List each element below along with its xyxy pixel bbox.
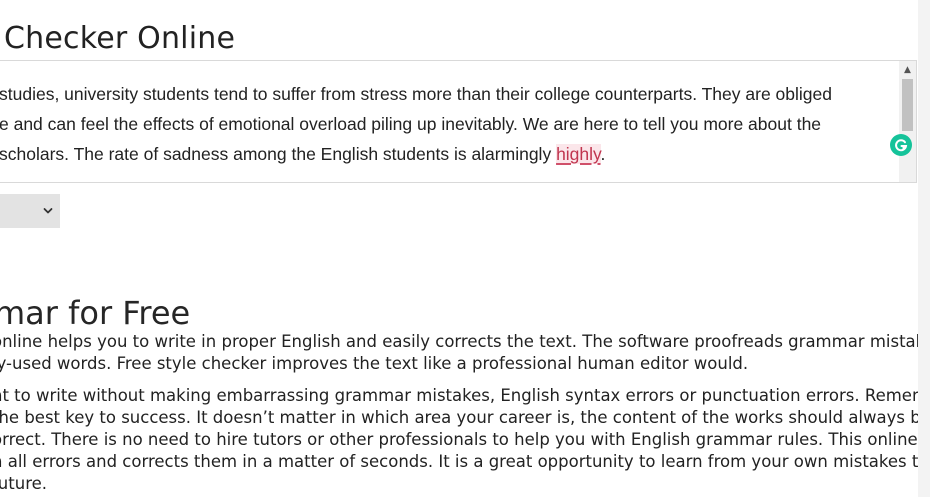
editor-line: scholars. The rate of sadness among the … xyxy=(0,139,879,169)
editor-line: e and can feel the effects of emotional … xyxy=(0,114,822,134)
scroll-up-arrow-icon[interactable]: ▲ xyxy=(899,63,916,77)
intro-paragraph: online helps you to write in proper Engl… xyxy=(0,331,930,375)
grammarly-icon[interactable] xyxy=(890,134,912,156)
text-editor[interactable]: studies, university students tend to suf… xyxy=(0,60,917,183)
grammarly-g-glyph xyxy=(895,139,908,152)
page-scrollbar[interactable] xyxy=(918,0,930,497)
chevron-down-icon xyxy=(43,208,53,214)
paragraph-line: future. xyxy=(0,474,48,493)
language-select[interactable] xyxy=(0,194,60,228)
editor-content[interactable]: studies, university students tend to suf… xyxy=(0,79,879,169)
paragraph-line: ly-used words. Free style checker improv… xyxy=(0,354,749,373)
editor-scrollbar[interactable]: ▲ xyxy=(899,61,916,182)
detail-paragraph: nt to write without making embarrassing … xyxy=(0,385,930,495)
editor-line-end: . xyxy=(600,144,606,164)
flagged-word[interactable]: highly xyxy=(556,144,601,164)
paragraph-line: nt to write without making embarrassing … xyxy=(0,386,930,405)
paragraph-line: the best key to success. It doesn’t matt… xyxy=(0,408,930,427)
section-heading: mar for Free xyxy=(0,294,191,332)
paragraph-line: orrect. There is no need to hire tutors … xyxy=(0,430,918,449)
page-title: Checker Online xyxy=(4,21,236,56)
paragraph-line: n all errors and corrects them in a matt… xyxy=(0,452,929,471)
editor-line: studies, university students tend to suf… xyxy=(0,84,832,104)
scroll-thumb[interactable] xyxy=(902,79,913,131)
paragraph-line: online helps you to write in proper Engl… xyxy=(0,332,930,351)
editor-line-text: scholars. The rate of sadness among the … xyxy=(0,144,557,164)
